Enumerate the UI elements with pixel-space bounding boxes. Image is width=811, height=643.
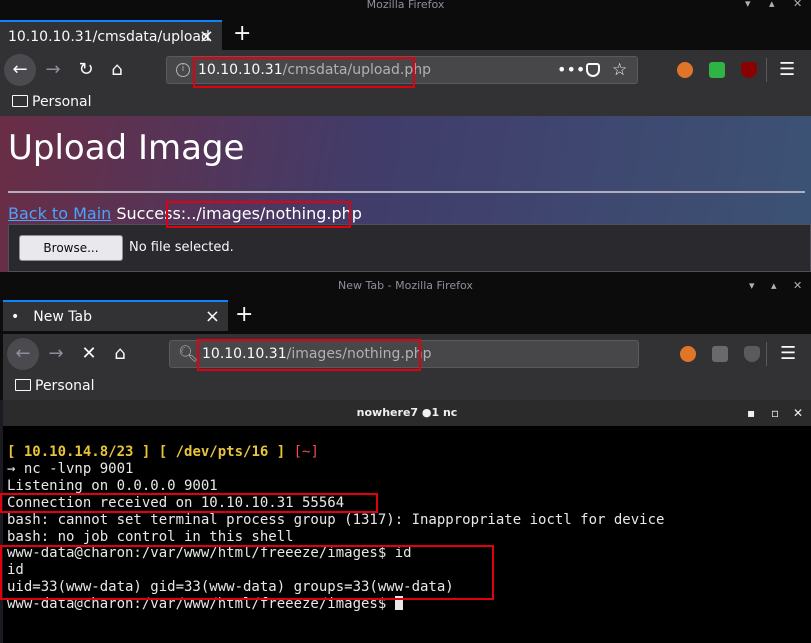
home-icon[interactable]: ⌂	[101, 54, 133, 86]
folder-icon	[15, 379, 31, 391]
close-window-icon[interactable]: ✕	[793, 0, 802, 9]
extension-fox-icon[interactable]	[677, 62, 693, 78]
close-icon[interactable]: ×	[199, 22, 214, 52]
close-window-icon[interactable]: ✕	[793, 272, 802, 300]
url-path: /images/nothing.php	[286, 346, 432, 362]
tab-new-tab[interactable]: • New Tab ×	[3, 300, 228, 331]
ublock-icon[interactable]	[741, 62, 757, 78]
maximize-icon[interactable]: ▫	[771, 400, 779, 426]
prompt-separator: ]	[268, 444, 294, 460]
prompt-dir: [~]	[293, 444, 319, 460]
bookmark-folder-personal[interactable]: Personal	[32, 94, 92, 110]
search-icon: 🔍︎	[178, 344, 199, 363]
bookmarks-toolbar: Personal	[3, 374, 811, 400]
url-bar[interactable]: 🔍︎ 10.10.10.31/images/nothing.php	[169, 340, 639, 368]
terminal-titlebar: nowhere7 ●1 nc ▪ ▫ ✕	[3, 400, 811, 426]
new-tab-icon[interactable]: +	[235, 301, 253, 329]
folder-icon	[12, 95, 28, 107]
stop-icon[interactable]: ✕	[73, 338, 105, 370]
terminal-output[interactable]: [ 10.10.14.8/23 ] [ /dev/pts/16 ] [~] → …	[7, 444, 664, 613]
firefox-window-newtab: New Tab - Mozilla Firefox ▾ ▴ ✕ • New Tab…	[0, 272, 811, 400]
toolbar-separator	[766, 342, 767, 366]
tab-bullet: •	[11, 309, 20, 325]
tab-label: New Tab	[33, 309, 92, 325]
extension-green-icon[interactable]	[709, 62, 725, 78]
window-titlebar: New Tab - Mozilla Firefox ▾ ▴ ✕	[0, 272, 811, 300]
close-icon[interactable]: ×	[205, 302, 220, 332]
success-path: ../images/nothing.php	[186, 204, 362, 223]
maximize-icon[interactable]: ▴	[769, 0, 775, 9]
url-path: /cmsdata/upload.php	[282, 62, 431, 78]
minimize-icon[interactable]: ▾	[749, 272, 755, 300]
tab-strip: • New Tab × +	[0, 300, 811, 331]
toolbar-separator	[766, 58, 767, 82]
minimize-icon[interactable]: ▾	[745, 0, 751, 9]
tab-label: 10.10.10.31/cmsdata/upload	[8, 29, 210, 45]
firefox-window-upload: Mozilla Firefox ▾ ▴ ✕ 10.10.10.31/cmsdat…	[0, 0, 811, 272]
divider	[8, 191, 805, 193]
url-host: 10.10.10.31	[198, 62, 283, 78]
terminal-line-id-echo: id	[7, 562, 24, 579]
terminal-line-shell-prompt: www-data@charon:/var/www/html/freeeze/im…	[7, 545, 412, 562]
forward-icon[interactable]: →	[40, 338, 72, 370]
tab-strip: 10.10.10.31/cmsdata/upload × +	[0, 20, 811, 50]
url-text: 10.10.10.31/images/nothing.php	[202, 340, 432, 368]
success-label: Success:	[116, 204, 187, 223]
reload-icon[interactable]: ↻	[70, 54, 102, 86]
page-title: Upload Image	[8, 128, 245, 168]
bookmarks-toolbar: Personal	[0, 90, 811, 116]
file-upload-box: Browse... No file selected.	[8, 224, 811, 272]
maximize-icon[interactable]: ▴	[771, 272, 777, 300]
terminal-line-bash2: bash: no job control in this shell	[7, 528, 294, 545]
bookmark-star-icon[interactable]: ☆	[612, 57, 627, 83]
terminal-line-listening: Listening on 0.0.0.0 9001	[7, 477, 218, 494]
status-line: Back to Main Success:../images/nothing.p…	[8, 204, 362, 223]
menu-icon[interactable]: ☰	[780, 338, 796, 370]
file-status: No file selected.	[129, 240, 234, 255]
terminal-line-bash1: bash: cannot set terminal process group …	[7, 511, 665, 528]
new-tab-icon[interactable]: +	[233, 20, 251, 48]
more-icon[interactable]: •••	[557, 57, 585, 83]
url-bar[interactable]: i 10.10.10.31/cmsdata/upload.php ••• ☆	[166, 56, 638, 84]
terminal-line-id-output: uid=33(www-data) gid=33(www-data) groups…	[7, 579, 454, 596]
terminal-line-connection: Connection received on 10.10.10.31 55564	[7, 494, 345, 511]
terminal-cursor	[394, 596, 403, 611]
prompt-separator: ] [	[133, 444, 176, 460]
prompt-pts: /dev/pts/16	[175, 444, 269, 460]
url-text: 10.10.10.31/cmsdata/upload.php	[198, 56, 431, 84]
menu-icon[interactable]: ☰	[779, 54, 795, 86]
browse-button[interactable]: Browse...	[19, 235, 123, 261]
window-titlebar: Mozilla Firefox ▾ ▴ ✕	[0, 0, 811, 10]
terminal-line-cmd: → nc -lvnp 9001	[7, 460, 134, 477]
tab-upload[interactable]: 10.10.10.31/cmsdata/upload ×	[0, 20, 222, 50]
home-icon[interactable]: ⌂	[104, 338, 136, 370]
upload-page-content: Upload Image Back to Main Success:../ima…	[0, 116, 811, 272]
pocket-icon[interactable]	[586, 63, 600, 77]
minimize-icon[interactable]: ▪	[747, 400, 755, 426]
prompt-bracket: [	[7, 444, 24, 460]
info-icon[interactable]: i	[176, 63, 190, 77]
extension-fox-icon[interactable]	[680, 346, 696, 362]
window-title: New Tab - Mozilla Firefox	[338, 279, 473, 292]
window-title: Mozilla Firefox	[366, 0, 445, 10]
navigation-toolbar: ← → ✕ ⌂ 🔍︎ 10.10.10.31/images/nothing.ph…	[3, 334, 811, 374]
navigation-toolbar: ← → ↻ ⌂ i 10.10.10.31/cmsdata/upload.php…	[0, 50, 811, 90]
back-to-main-link[interactable]: Back to Main	[8, 204, 111, 223]
terminal-line-final-prompt: www-data@charon:/var/www/html/freeeze/im…	[7, 596, 395, 613]
extension-grid-icon[interactable]	[712, 346, 728, 362]
prompt-ip: 10.10.14.8/23	[23, 444, 134, 460]
close-window-icon[interactable]: ✕	[793, 400, 803, 426]
bookmark-folder-personal[interactable]: Personal	[35, 378, 95, 394]
back-icon[interactable]: ←	[4, 54, 36, 86]
url-host: 10.10.10.31	[202, 346, 287, 362]
forward-icon[interactable]: →	[37, 54, 69, 86]
ublock-icon[interactable]	[744, 346, 760, 362]
back-icon[interactable]: ←	[7, 338, 39, 370]
terminal-window: nowhere7 ●1 nc ▪ ▫ ✕ [ 10.10.14.8/23 ] […	[0, 400, 811, 643]
terminal-title: nowhere7 ●1 nc	[356, 406, 458, 419]
